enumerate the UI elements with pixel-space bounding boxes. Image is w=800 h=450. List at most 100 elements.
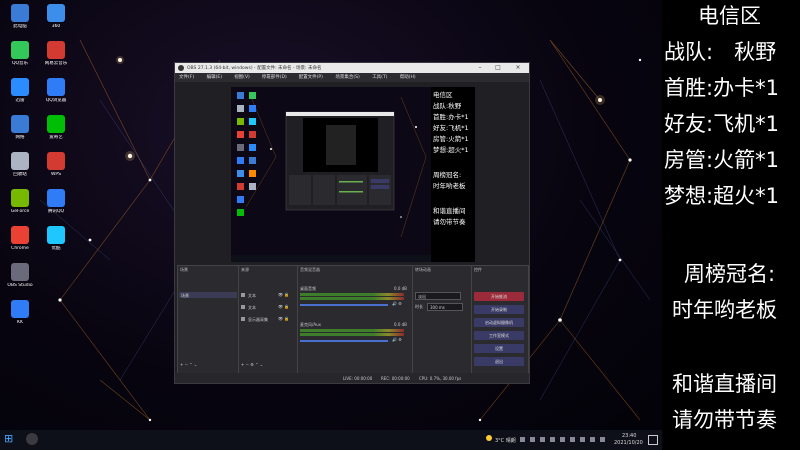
- preview-info-line: 和谐直播间: [433, 207, 466, 215]
- desktop-icon[interactable]: QQ音乐: [2, 39, 38, 77]
- scenes-dock: 场景 场景 + − ⌃ ⌄: [177, 265, 239, 375]
- screen: 此电脑 QQ音乐 迅雷 网络回收站 GeForce Chrome OBS Studio KK 3…: [0, 0, 800, 450]
- info-line: 房管:火箭*1: [664, 148, 779, 172]
- maximize-button[interactable]: □: [491, 64, 505, 72]
- info-line: 时年哟老板: [672, 298, 777, 322]
- close-button[interactable]: ×: [511, 64, 525, 72]
- start-windows-icon[interactable]: ⊞: [4, 433, 16, 445]
- mixer-channel-name: 麦克风/Aux: [300, 322, 321, 327]
- volume-slider[interactable]: [300, 340, 388, 342]
- app-icon: [47, 189, 65, 207]
- menu-item[interactable]: 文件(F): [179, 74, 194, 80]
- source-add-button[interactable]: + − ⚙ ⌃ ⌄: [241, 362, 263, 367]
- stream-info-panel: 电信区 战队: 秋野 首胜:办卡*1 好友:飞机*1 房管:火箭*1 梦想:超火*1 周榜冠…: [662, 0, 800, 450]
- desktop-icon[interactable]: 爱奇艺: [38, 113, 74, 151]
- menu-item[interactable]: 配置文件(P): [299, 74, 323, 80]
- preview-info-line: 房管:火箭*1: [433, 135, 469, 143]
- desktop-icon[interactable]: GeForce: [2, 187, 38, 225]
- menu-item[interactable]: 场景集合(S): [335, 74, 359, 80]
- source-item[interactable]: 文本 👁 🔒: [240, 292, 296, 299]
- mixer-channel-name: 桌面音频: [300, 286, 316, 291]
- desktop-icon[interactable]: 此电脑: [2, 2, 38, 40]
- obs-titlebar[interactable]: OBS 27.1.3 (64-bit, windows) - 配置文件: 未命名…: [175, 63, 529, 73]
- rec-status: REC: 00:00:00: [381, 376, 410, 381]
- control-button[interactable]: 开始推流: [474, 292, 524, 301]
- speaker-settings-icons[interactable]: 🔊 ⚙: [392, 337, 402, 342]
- volume-meter: [300, 297, 404, 300]
- desktop-icon-label: WPS: [50, 172, 62, 177]
- app-icon: [11, 4, 29, 22]
- control-button[interactable]: 退出: [474, 357, 524, 366]
- desktop-icon[interactable]: 优酷: [38, 224, 74, 262]
- scene-add-button[interactable]: + − ⌃ ⌄: [180, 362, 197, 367]
- preview-info-line: 时年哟老板: [433, 182, 466, 190]
- transition-select[interactable]: 淡出: [415, 292, 461, 300]
- desktop-icon[interactable]: 网络: [2, 113, 38, 151]
- desktop-icon-label: 回收站: [13, 172, 27, 177]
- transitions-dock-title: 转场动画: [415, 267, 431, 272]
- source-item[interactable]: 显示器采集 👁 🔒: [240, 316, 296, 323]
- menu-item[interactable]: 帮助(H): [400, 74, 416, 80]
- app-icon: [47, 4, 65, 22]
- minimize-button[interactable]: –: [473, 64, 487, 72]
- control-button[interactable]: 工作室模式: [474, 331, 524, 340]
- obs-taskbar-icon[interactable]: [26, 433, 38, 445]
- menu-item[interactable]: 编辑(E): [207, 74, 222, 80]
- mixer-dock-title: 音频混音器: [300, 267, 320, 272]
- preview-info-line: 战队:秋野: [433, 102, 462, 110]
- source-item[interactable]: 文本 👁 🔒: [240, 304, 296, 311]
- obs-app-icon: [178, 65, 184, 71]
- desktop-icon[interactable]: KK: [2, 298, 38, 336]
- desktop-icon[interactable]: 网易云音乐: [38, 39, 74, 77]
- desktop-icon-label: 优酷: [51, 246, 61, 251]
- info-line: 战队: 秋野: [664, 40, 777, 64]
- obs-window-title: OBS 27.1.3 (64-bit, windows) - 配置文件: 未命名…: [187, 66, 322, 71]
- weather-icon: [486, 435, 492, 441]
- app-icon: [11, 263, 29, 281]
- scene-item[interactable]: 场景: [179, 292, 237, 298]
- info-line: 梦想:超火*1: [664, 184, 779, 208]
- visibility-lock-icons[interactable]: 👁 🔒: [278, 304, 289, 309]
- clock-date: 2021/10/20: [614, 440, 643, 446]
- control-button[interactable]: 设置: [474, 344, 524, 353]
- control-button[interactable]: 开始录制: [474, 305, 524, 314]
- desktop-icon[interactable]: OBS Studio: [2, 261, 38, 299]
- desktop-icon-label: 腾讯QQ: [47, 209, 65, 214]
- desktop-icon[interactable]: Chrome: [2, 224, 38, 262]
- volume-slider[interactable]: [300, 304, 388, 306]
- desktop-icon-label: QQ浏览器: [45, 98, 67, 103]
- desktop-icon[interactable]: 回收站: [2, 150, 38, 188]
- desktop-icon[interactable]: QQ浏览器: [38, 76, 74, 114]
- notification-icon[interactable]: [648, 435, 658, 445]
- source-label: 文本: [248, 305, 256, 310]
- sources-dock: 来源 文本 👁 🔒 文本 👁 🔒 显示器采集 👁 🔒 + − ⚙ ⌃ ⌄: [238, 265, 298, 375]
- live-status: LIVE: 00:00:00: [343, 376, 373, 381]
- weather-text: 3°C 晴朗: [495, 438, 516, 444]
- desktop-icon-label: OBS Studio: [7, 283, 33, 288]
- app-icon: [47, 41, 65, 59]
- app-icon: [11, 41, 29, 59]
- duration-input[interactable]: 300 ms: [427, 303, 463, 311]
- desktop-icon[interactable]: 腾讯QQ: [38, 187, 74, 225]
- control-button[interactable]: 启动虚拟摄像机: [474, 318, 524, 327]
- desktop-icon[interactable]: WPS: [38, 150, 74, 188]
- volume-meter: [300, 293, 404, 296]
- controls-dock: 控件 开始推流 开始录制 启动虚拟摄像机 工作室模式 设置 退出: [471, 265, 529, 375]
- duration-label: 时长: [415, 304, 423, 309]
- menu-item[interactable]: 视图(V): [234, 74, 250, 80]
- desktop-icon[interactable]: 迅雷: [2, 76, 38, 114]
- desktop-icon[interactable]: 360: [38, 2, 74, 40]
- menu-item[interactable]: 工具(T): [372, 74, 387, 80]
- transition-value: 淡出: [418, 294, 426, 299]
- menu-item[interactable]: 停靠部件(D): [262, 74, 287, 80]
- speaker-settings-icons[interactable]: 🔊 ⚙: [392, 301, 402, 306]
- preview-info-line: 周榜冠名:: [433, 171, 462, 179]
- visibility-lock-icons[interactable]: 👁 🔒: [278, 292, 289, 297]
- preview-info-line: 首胜:办卡*1: [433, 113, 469, 121]
- visibility-lock-icons[interactable]: 👁 🔒: [278, 316, 289, 321]
- obs-window[interactable]: OBS 27.1.3 (64-bit, windows) - 配置文件: 未命名…: [174, 62, 530, 384]
- obs-preview[interactable]: 电信区 战队:秋野 首胜:办卡*1 好友:飞机*1 房管:火箭*1 梦想:超火*1 周榜冠名…: [231, 87, 475, 262]
- tray-icons: [520, 437, 610, 442]
- app-icon: [11, 78, 29, 96]
- mixer-channel-db: 0.0 dB: [394, 286, 407, 291]
